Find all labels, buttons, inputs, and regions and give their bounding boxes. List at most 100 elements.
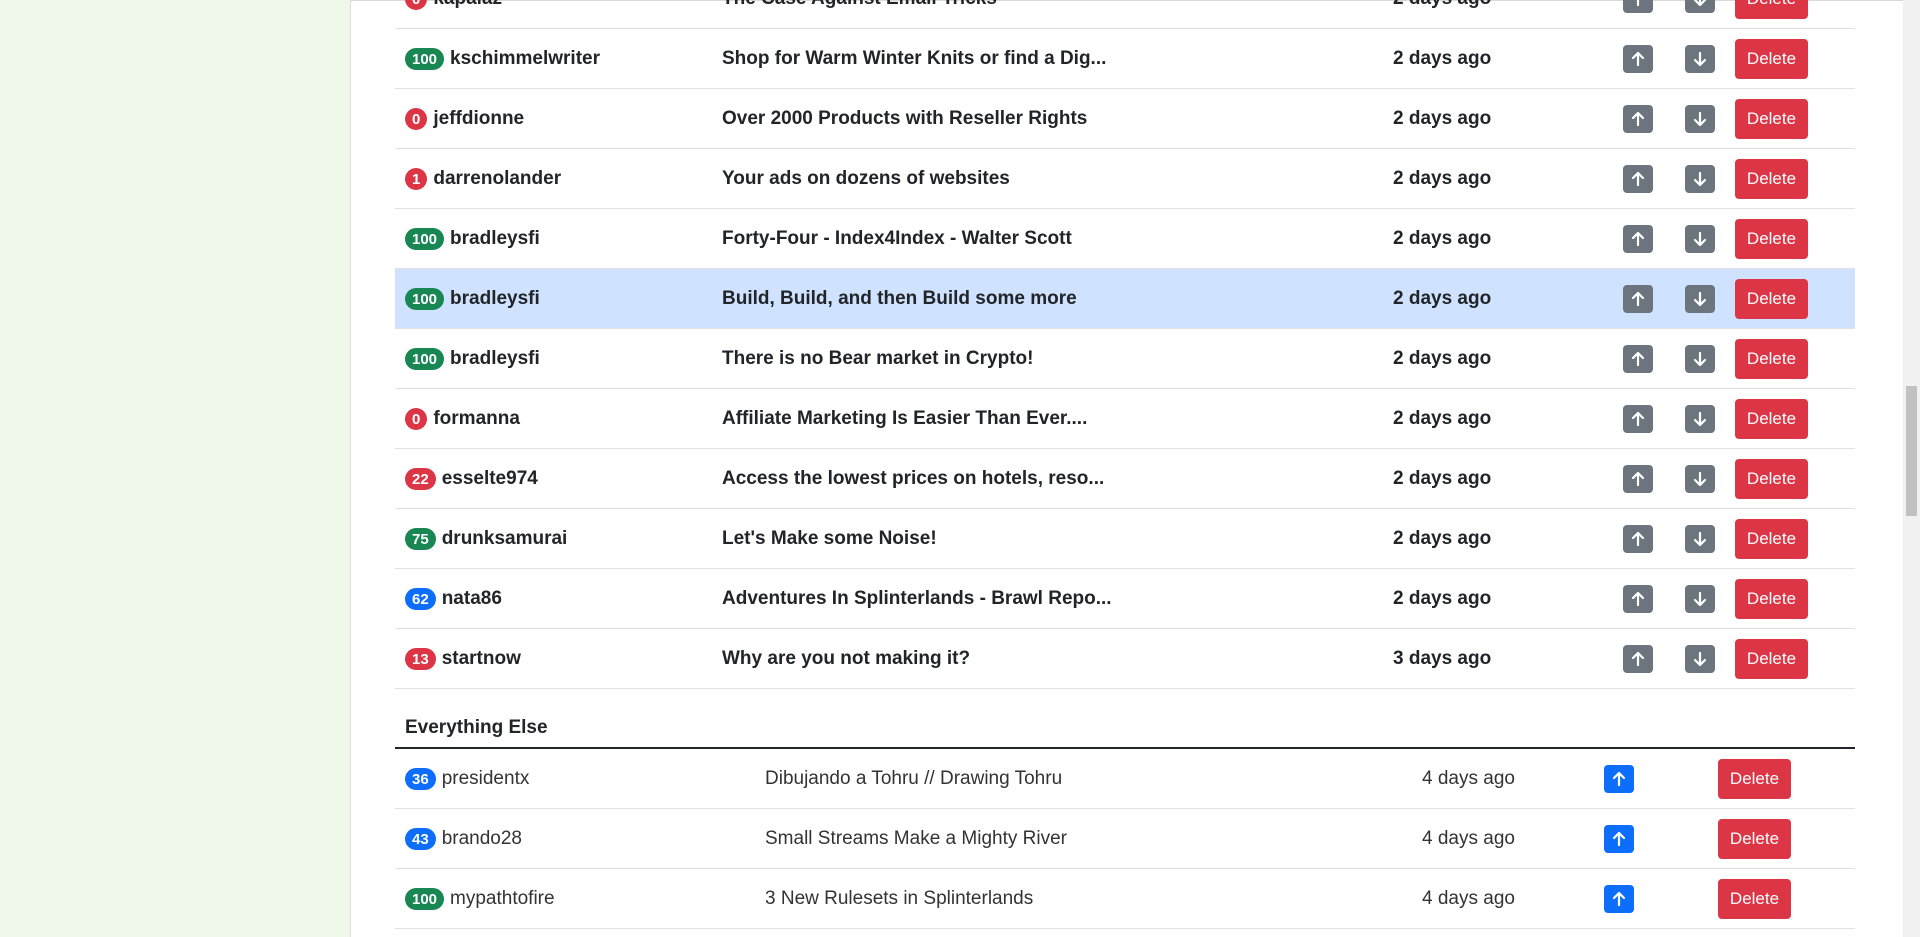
move-down-button[interactable]	[1685, 105, 1715, 133]
move-up-button[interactable]	[1623, 105, 1653, 133]
move-up-button[interactable]	[1623, 465, 1653, 493]
move-up-button[interactable]	[1604, 765, 1634, 793]
post-title[interactable]: Small Streams Make a Mighty River	[765, 828, 1067, 850]
arrow-up-icon	[1636, 0, 1640, 7]
delete-cell: Delete	[1735, 569, 1808, 629]
delete-button[interactable]: Delete	[1735, 519, 1808, 559]
post-title-cell: Shop for Warm Winter Knits or find a Dig…	[722, 29, 1106, 89]
delete-button[interactable]: Delete	[1735, 339, 1808, 379]
author-name[interactable]: nata86	[442, 588, 502, 610]
move-up-button[interactable]	[1623, 45, 1653, 73]
delete-button[interactable]: Delete	[1735, 459, 1808, 499]
author-name[interactable]: formanna	[433, 408, 520, 430]
move-down-button[interactable]	[1685, 405, 1715, 433]
post-title[interactable]: Forty-Four - Index4Index - Walter Scott	[722, 228, 1072, 250]
move-up-button[interactable]	[1623, 405, 1653, 433]
move-up-button[interactable]	[1604, 825, 1634, 853]
post-title-cell: Let's Make some Noise!	[722, 509, 937, 569]
post-title-cell: Adventures In Splinterlands - Brawl Repo…	[722, 569, 1112, 629]
post-age-cell: 2 days ago	[1393, 29, 1491, 89]
delete-button[interactable]: Delete	[1735, 639, 1808, 679]
delete-cell: Delete	[1735, 269, 1808, 329]
post-title[interactable]: Dibujando a Tohru // Drawing Tohru	[765, 768, 1062, 790]
post-title-cell: Forty-Four - Index4Index - Walter Scott	[722, 209, 1072, 269]
table-row: 100 bradleysfi Build, Build, and then Bu…	[395, 269, 1855, 329]
author-name[interactable]: bradleysfi	[450, 228, 540, 250]
reputation-badge: 0	[405, 408, 428, 430]
scrollbar[interactable]	[1903, 0, 1920, 937]
delete-button[interactable]: Delete	[1735, 219, 1808, 259]
author-name[interactable]: drunksamurai	[442, 528, 568, 550]
author-name[interactable]: esselte974	[442, 468, 538, 490]
move-up-button[interactable]	[1623, 225, 1653, 253]
author-name[interactable]: jeffdionne	[433, 108, 524, 130]
move-up-button[interactable]	[1623, 345, 1653, 373]
post-title[interactable]: The Case Against Email Tricks	[722, 0, 997, 10]
author-name[interactable]: bradleysfi	[450, 288, 540, 310]
move-up-cell	[1604, 749, 1634, 809]
move-up-button[interactable]	[1623, 285, 1653, 313]
post-title[interactable]: Shop for Warm Winter Knits or find a Dig…	[722, 48, 1106, 70]
move-down-button[interactable]	[1685, 525, 1715, 553]
delete-button[interactable]: Delete	[1735, 159, 1808, 199]
author-name[interactable]: mypathtofire	[450, 888, 555, 910]
arrow-down-icon	[1693, 231, 1707, 247]
author-cell: 13 startnow	[405, 629, 521, 689]
post-title[interactable]: Over 2000 Products with Reseller Rights	[722, 108, 1087, 130]
delete-button[interactable]: Delete	[1735, 39, 1808, 79]
author-name[interactable]: startnow	[442, 648, 521, 670]
delete-button[interactable]: Delete	[1718, 759, 1791, 799]
move-up-button[interactable]	[1604, 885, 1634, 913]
reputation-badge: 43	[405, 828, 436, 850]
author-name[interactable]: brando28	[442, 828, 522, 850]
post-title[interactable]: Access the lowest prices on hotels, reso…	[722, 468, 1104, 490]
move-up-button[interactable]	[1623, 0, 1653, 13]
move-down-button[interactable]	[1685, 225, 1715, 253]
author-name[interactable]: kschimmelwriter	[450, 48, 600, 70]
post-title[interactable]: Let's Make some Noise!	[722, 528, 937, 550]
reputation-badge: 100	[405, 48, 445, 70]
author-cell: 22 esselte974	[405, 449, 538, 509]
arrow-up-icon	[1631, 111, 1645, 127]
move-down-button[interactable]	[1685, 285, 1715, 313]
move-up-cell	[1604, 869, 1634, 929]
post-title[interactable]: Why are you not making it?	[722, 648, 970, 670]
post-title[interactable]: Affiliate Marketing Is Easier Than Ever.…	[722, 408, 1087, 430]
move-down-button[interactable]	[1685, 0, 1715, 13]
post-age-cell: 3 days ago	[1393, 629, 1491, 689]
move-down-button[interactable]	[1685, 585, 1715, 613]
author-cell: 100 mypathtofire	[405, 869, 555, 929]
post-title[interactable]: Build, Build, and then Build some more	[722, 288, 1077, 310]
move-up-button[interactable]	[1623, 165, 1653, 193]
move-up-cell	[1623, 269, 1653, 329]
move-up-button[interactable]	[1623, 525, 1653, 553]
post-title[interactable]: There is no Bear market in Crypto!	[722, 348, 1033, 370]
move-down-button[interactable]	[1685, 345, 1715, 373]
post-title[interactable]: Adventures In Splinterlands - Brawl Repo…	[722, 588, 1112, 610]
delete-button[interactable]: Delete	[1718, 819, 1791, 859]
move-up-button[interactable]	[1623, 585, 1653, 613]
post-age: 2 days ago	[1393, 288, 1492, 309]
delete-button[interactable]: Delete	[1735, 399, 1808, 439]
delete-button[interactable]: Delete	[1718, 879, 1791, 919]
move-up-button[interactable]	[1623, 645, 1653, 673]
delete-button[interactable]: Delete	[1735, 99, 1808, 139]
move-down-button[interactable]	[1685, 165, 1715, 193]
delete-button[interactable]: Delete	[1735, 579, 1808, 619]
author-name[interactable]: presidentx	[442, 768, 530, 790]
post-title[interactable]: Your ads on dozens of websites	[722, 168, 1010, 190]
author-name[interactable]: darrenolander	[433, 168, 561, 190]
move-down-button[interactable]	[1685, 465, 1715, 493]
author-cell: 1 darrenolander	[405, 149, 561, 209]
author-name[interactable]: bradleysfi	[450, 348, 540, 370]
author-name[interactable]: kapalaz	[433, 0, 502, 10]
post-title[interactable]: 3 New Rulesets in Splinterlands	[765, 888, 1033, 910]
move-down-button[interactable]	[1685, 645, 1715, 673]
arrow-up-icon	[1631, 591, 1645, 607]
scrollbar-thumb[interactable]	[1906, 386, 1917, 516]
move-down-cell	[1685, 269, 1715, 329]
delete-button[interactable]: Delete	[1735, 279, 1808, 319]
delete-button[interactable]: Delete	[1735, 0, 1808, 19]
post-age: 2 days ago	[1393, 348, 1492, 369]
move-down-button[interactable]	[1685, 45, 1715, 73]
